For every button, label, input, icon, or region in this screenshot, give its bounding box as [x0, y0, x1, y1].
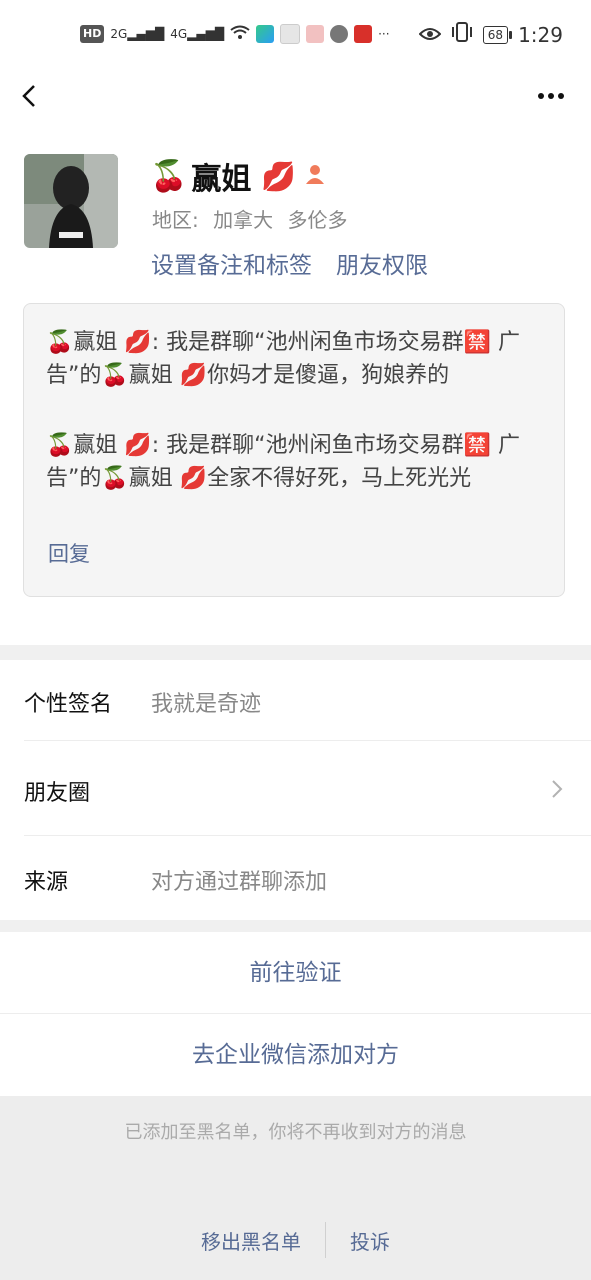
eye-icon [418, 23, 442, 47]
source-label: 来源 [24, 870, 69, 895]
app-notification-icon [256, 25, 275, 43]
greeting-message: 🍒赢姐 💋: 我是群聊“池州闲鱼市场交易群🈲 广告”的🍒赢姐 💋你妈才是傻逼，狗… [46, 330, 520, 388]
section-divider [0, 920, 591, 932]
signature-label: 个性签名 [24, 692, 113, 717]
blacklist-area: 已添加至黑名单，你将不再收到对方的消息 移出黑名单 投诉 [0, 1096, 591, 1280]
set-remark-link[interactable]: 设置备注和标签 [151, 246, 312, 280]
region-label: 地区: [152, 208, 199, 232]
more-options-icon[interactable] [535, 84, 567, 108]
app-notification-icon [280, 24, 301, 44]
battery-indicator: 68 [482, 25, 513, 44]
app-notification-icon [354, 25, 373, 43]
hd-indicator: HD [80, 25, 105, 43]
status-bar: HD 2G▂▄▆█ 4G▂▄▆█ ··· 68 1:29 [0, 0, 591, 72]
greeting-message: 🍒赢姐 💋: 我是群聊“池州闲鱼市场交易群🈲 广告”的🍒赢姐 💋全家不得好死，马… [46, 433, 520, 491]
more-notifications-icon: ··· [378, 27, 390, 41]
cherry-emoji: 🍒 [150, 158, 188, 194]
verify-button[interactable]: 前往验证 [0, 932, 591, 1014]
female-gender-icon [304, 162, 326, 190]
enterprise-wechat-add-button[interactable]: 去企业微信添加对方 [0, 1014, 591, 1096]
region-info: 地区: 加拿大 多伦多 [152, 204, 355, 233]
greeting-message-box: 🍒赢姐 💋: 我是群聊“池州闲鱼市场交易群🈲 广告”的🍒赢姐 💋你妈才是傻逼，狗… [23, 303, 565, 597]
profile-name-row: 🍒 赢姐 💋 [150, 154, 326, 198]
signature-row: 个性签名 我就是奇迹 [0, 660, 591, 741]
profile-links: 设置备注和标签 朋友权限 [151, 246, 428, 280]
link-separator [325, 1222, 326, 1258]
friend-permission-link[interactable]: 朋友权限 [336, 246, 428, 280]
back-arrow-icon[interactable] [18, 80, 42, 112]
moments-row[interactable]: 朋友圈 [0, 741, 591, 836]
blacklist-note: 已添加至黑名单，你将不再收到对方的消息 [124, 1122, 467, 1143]
region-city: 多伦多 [287, 208, 348, 232]
moments-label: 朋友圈 [24, 781, 91, 806]
signature-value: 我就是奇迹 [151, 692, 262, 717]
section-divider [0, 645, 591, 660]
region-country: 加拿大 [213, 208, 274, 232]
app-notification-icon [330, 25, 349, 43]
signal-4g-icon: 4G▂▄▆█ [170, 27, 225, 41]
wifi-icon [230, 25, 250, 43]
clock: 1:29 [518, 22, 563, 47]
nav-bar [0, 72, 591, 122]
signal-2g-icon: 2G▂▄▆█ [110, 27, 165, 41]
status-left: HD 2G▂▄▆█ 4G▂▄▆█ ··· [80, 24, 390, 44]
lips-emoji: 💋 [261, 159, 297, 193]
source-row: 来源 对方通过群聊添加 [0, 836, 591, 920]
report-button[interactable]: 投诉 [350, 1226, 390, 1255]
remove-blacklist-button[interactable]: 移出黑名单 [201, 1226, 301, 1255]
chevron-right-icon [551, 779, 563, 799]
blacklist-actions: 移出黑名单 投诉 [0, 1222, 591, 1258]
app-notification-icon [306, 25, 325, 43]
vibrate-icon [451, 22, 473, 47]
status-right: 68 1:29 [418, 22, 563, 47]
avatar[interactable] [24, 154, 118, 248]
source-value: 对方通过群聊添加 [151, 870, 328, 895]
reply-link[interactable]: 回复 [48, 538, 90, 568]
profile-name: 赢姐 [191, 162, 252, 197]
